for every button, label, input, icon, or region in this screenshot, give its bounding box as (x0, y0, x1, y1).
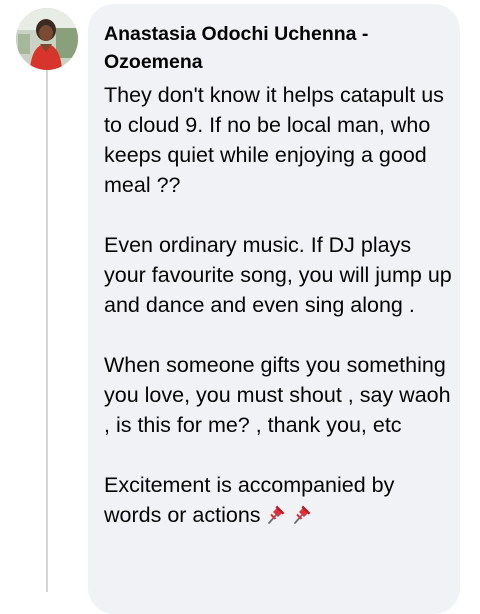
comment-paragraph-text: Excitement is accompanied by words or ac… (104, 473, 395, 527)
reply-thread-line (46, 68, 48, 592)
comment-paragraph-last: Excitement is accompanied by words or ac… (104, 470, 454, 530)
comment-body: They don't know it helps catapult us to … (104, 80, 454, 530)
avatar[interactable] (16, 8, 78, 70)
comment-bubble: Anastasia Odochi Uchenna - Ozoemena They… (88, 4, 460, 614)
comment-paragraph: They don't know it helps catapult us to … (104, 83, 444, 197)
pushpin-icon (291, 503, 313, 525)
comment-paragraph: When someone gifts you something you lov… (104, 353, 451, 437)
avatar-photo (16, 8, 78, 70)
comment-author-name[interactable]: Anastasia Odochi Uchenna - Ozoemena (104, 20, 444, 76)
comment-paragraph: Even ordinary music. If DJ plays your fa… (104, 233, 452, 317)
paragraph-spacer (104, 440, 454, 470)
paragraph-spacer (104, 200, 454, 230)
pushpin-icon (265, 503, 287, 525)
paragraph-spacer (104, 320, 454, 350)
